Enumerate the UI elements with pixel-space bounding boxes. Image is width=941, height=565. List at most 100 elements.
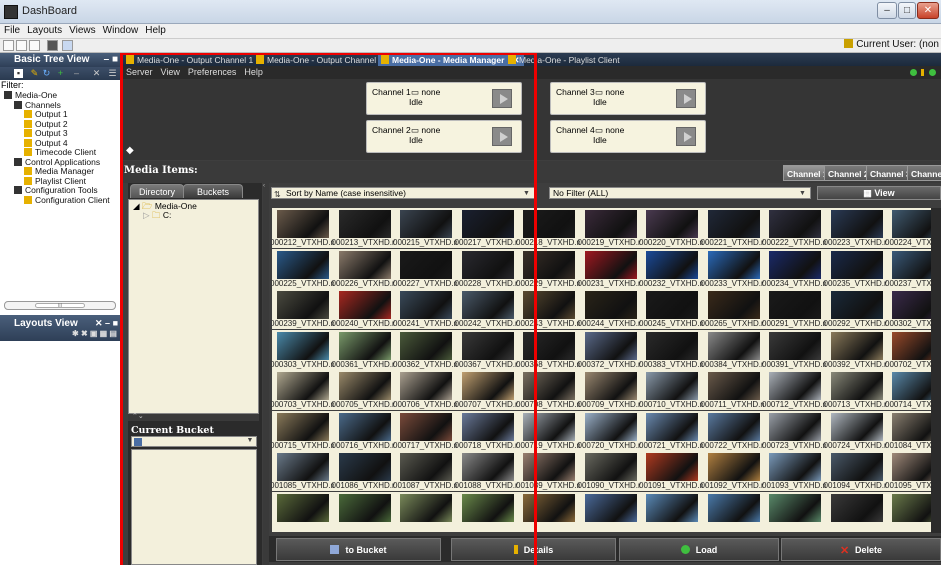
- refresh-icon[interactable]: ↻: [42, 69, 51, 78]
- media-thumbnail[interactable]: 000367_VTXHD.mc: [455, 329, 526, 370]
- menu-server[interactable]: Server: [121, 66, 156, 77]
- play-button[interactable]: [492, 89, 512, 108]
- scroll-thumb[interactable]: III: [35, 303, 85, 309]
- media-thumbnail[interactable]: 000245_VTXHD.mc: [639, 289, 710, 329]
- media-thumbnail[interactable]: 000225_VTXHD.mc: [272, 248, 341, 289]
- chevron-down-icon[interactable]: ▼: [523, 188, 533, 199]
- media-thumbnail[interactable]: [272, 491, 334, 532]
- media-thumbnail[interactable]: 000291_VTXHD.mc: [762, 289, 833, 329]
- media-thumbnail[interactable]: 001088_VTXHD.mc: [455, 451, 526, 491]
- media-thumbnail[interactable]: 000244_VTXHD.mc: [578, 289, 649, 329]
- menu-file[interactable]: File: [0, 24, 23, 36]
- menu-preferences[interactable]: Preferences: [183, 66, 240, 77]
- channel-1-panel[interactable]: Channel 1 ▭ none Idle: [366, 82, 522, 115]
- print-icon[interactable]: [47, 40, 58, 51]
- media-thumbnail[interactable]: 000721_VTXHD.mc: [639, 410, 710, 451]
- media-thumbnail[interactable]: 001093_VTXHD.mc: [762, 451, 833, 491]
- edit-icon[interactable]: ✎: [30, 69, 39, 78]
- media-thumbnail[interactable]: 001094_VTXHD.mc: [824, 451, 895, 491]
- close-button[interactable]: ✕: [917, 2, 939, 19]
- media-thumbnail[interactable]: 001091_VTXHD.mc: [639, 451, 710, 491]
- media-thumbnail[interactable]: 000361_VTXHD.mc: [332, 329, 403, 370]
- media-thumbnail[interactable]: 000708_VTXHD.mc: [516, 370, 587, 410]
- media-thumbnail[interactable]: 000223_VTXHD.mc: [824, 208, 895, 248]
- media-thumbnail[interactable]: 000362_VTXHD.mc: [393, 329, 464, 370]
- media-thumbnail[interactable]: 000222_VTXHD.mc: [762, 208, 833, 248]
- media-thumbnail[interactable]: 000265_VTXHD.mc: [701, 289, 772, 329]
- media-thumbnail[interactable]: 000240_VTXHD.mc: [332, 289, 403, 329]
- tree-node-c[interactable]: ▷ 🗀 C:: [129, 211, 258, 220]
- open-icon[interactable]: [16, 40, 27, 51]
- horizontal-splitter[interactable]: ⌃⌄: [128, 413, 259, 421]
- media-thumbnail[interactable]: 000720_VTXHD.mc: [578, 410, 649, 451]
- media-thumbnail[interactable]: 000717_VTXHD.mc: [393, 410, 464, 451]
- media-thumbnail[interactable]: 000233_VTXHD.mc: [701, 248, 772, 289]
- media-thumbnail[interactable]: 000215_VTXHD.mc: [393, 208, 464, 248]
- chevron-down-icon[interactable]: ▼: [799, 188, 809, 199]
- media-thumbnail[interactable]: 000220_VTXHD.mc: [639, 208, 710, 248]
- new-icon[interactable]: [3, 40, 14, 51]
- media-thumbnail[interactable]: 000705_VTXHD.mc: [332, 370, 403, 410]
- media-thumbnail[interactable]: [579, 491, 642, 532]
- media-thumbnail[interactable]: 000229_VTXHD.mc: [516, 248, 587, 289]
- media-thumbnail[interactable]: 000227_VTXHD.mc: [393, 248, 464, 289]
- media-thumbnail[interactable]: 000228_VTXHD.mc: [455, 248, 526, 289]
- media-thumbnail[interactable]: 000212_VTXHD.mc: [272, 208, 341, 248]
- media-thumbnail[interactable]: 000723_VTXHD.mc: [762, 410, 833, 451]
- media-thumbnail[interactable]: 000722_VTXHD.mc: [701, 410, 772, 451]
- tab-playlist-client[interactable]: Media-One - Playlist Client: [505, 54, 624, 66]
- remove-icon[interactable]: ✕: [92, 69, 101, 78]
- play-button[interactable]: [676, 127, 696, 146]
- to-bucket-button[interactable]: to Bucket: [276, 538, 441, 561]
- media-thumbnail[interactable]: 000219_VTXHD.mc: [578, 208, 649, 248]
- tree-horizontal-scrollbar[interactable]: III: [4, 301, 116, 310]
- copy-icon[interactable]: ▪: [14, 69, 23, 78]
- tab-output-channel-2[interactable]: Media-One - Output Channel 2: [253, 54, 387, 66]
- minimize-button[interactable]: –: [877, 2, 897, 19]
- media-thumbnail[interactable]: 000718_VTXHD.mc: [455, 410, 526, 451]
- sort-select[interactable]: ⇅ Sort by Name (case insensitive) ▼: [271, 187, 535, 199]
- media-thumbnail[interactable]: [764, 491, 826, 532]
- media-thumbnail[interactable]: 000711_VTXHD.mc: [701, 370, 771, 410]
- media-thumbnail[interactable]: [702, 491, 765, 532]
- media-thumbnail[interactable]: 000242_VTXHD.mc: [455, 289, 526, 329]
- media-thumbnail[interactable]: 000292_VTXHD.mc: [824, 289, 895, 329]
- current-bucket-select[interactable]: ▼: [131, 436, 257, 447]
- media-thumbnail[interactable]: 000218_VTXHD.mc: [516, 208, 587, 248]
- media-thumbnail[interactable]: 000231_VTXHD.mc: [578, 248, 649, 289]
- media-thumbnail[interactable]: 000372_VTXHD.mc: [578, 329, 649, 370]
- media-thumbnail[interactable]: 000368_VTXHD.mc: [516, 329, 587, 370]
- media-thumbnail[interactable]: [825, 491, 888, 532]
- media-thumbnail[interactable]: 000234_VTXHD.mc: [762, 248, 833, 289]
- media-thumbnail[interactable]: 000213_VTXHD.mc: [332, 208, 403, 248]
- channel-3-panel[interactable]: Channel 3 ▭ none Idle: [550, 82, 706, 115]
- media-thumbnail[interactable]: 000384_VTXHD.mc: [701, 329, 772, 370]
- media-thumbnail[interactable]: 000391_VTXHD.mc: [762, 329, 833, 370]
- user-icon[interactable]: [62, 40, 73, 51]
- media-thumbnail[interactable]: 000706_VTXHD.mc: [393, 370, 464, 410]
- media-thumbnail[interactable]: 000707_VTXHD.mc: [455, 370, 526, 410]
- media-thumbnail[interactable]: 000217_VTXHD.mc: [455, 208, 526, 248]
- media-thumbnail[interactable]: 000703_VTXHD.mc: [272, 370, 341, 410]
- save-icon[interactable]: [29, 40, 40, 51]
- menu-view[interactable]: View: [156, 66, 183, 77]
- expand-icon[interactable]: ▷: [143, 210, 150, 220]
- menu-app-help[interactable]: Help: [239, 66, 266, 77]
- vertical-splitter[interactable]: ‹: [263, 183, 269, 565]
- maximize-button[interactable]: □: [898, 2, 916, 19]
- delete-button[interactable]: ✕ Delete: [781, 538, 941, 561]
- menu-views[interactable]: Views: [65, 24, 99, 36]
- media-thumbnail[interactable]: [456, 491, 519, 532]
- media-thumbnail[interactable]: 000221_VTXHD.mc: [701, 208, 772, 248]
- play-button[interactable]: [492, 127, 512, 146]
- menu-help[interactable]: Help: [141, 24, 169, 36]
- media-thumbnail[interactable]: [333, 491, 396, 532]
- media-thumbnail[interactable]: 000724_VTXHD.mc: [824, 410, 895, 451]
- media-thumbnail[interactable]: 000243_VTXHD.mc: [516, 289, 587, 329]
- load-button[interactable]: Load: [619, 538, 779, 561]
- media-thumbnail[interactable]: 000392_VTXHD.mc: [824, 329, 895, 370]
- chevron-down-icon[interactable]: ▼: [245, 437, 255, 446]
- media-thumbnail[interactable]: 000719_VTXHD.mc: [516, 410, 587, 451]
- media-thumbnail[interactable]: 001086_VTXHD.mc: [332, 451, 403, 491]
- view-button[interactable]: ▦ View: [817, 186, 941, 200]
